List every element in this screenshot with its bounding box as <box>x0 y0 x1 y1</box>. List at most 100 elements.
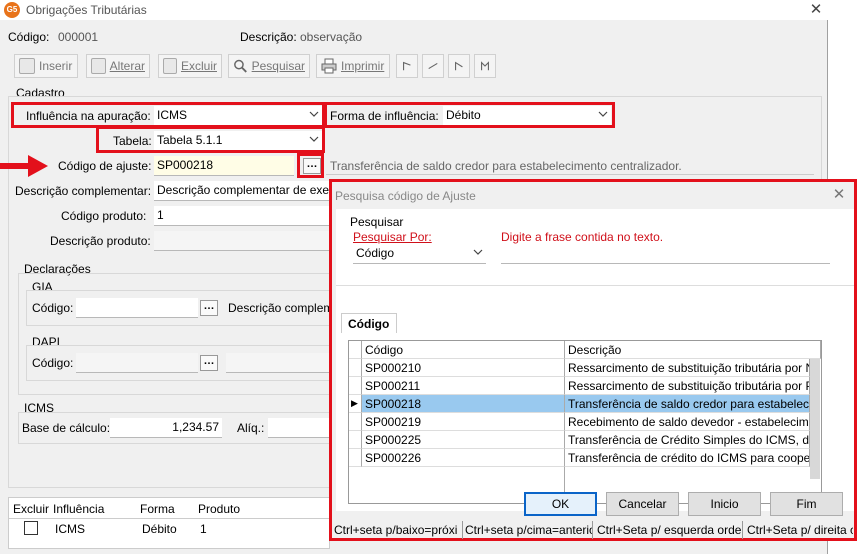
tab-codigo[interactable]: Código <box>341 313 397 333</box>
table-row[interactable]: SP000219 Recebimento de saldo devedor - e… <box>349 413 821 431</box>
window-title: Obrigações Tributárias <box>26 3 147 17</box>
pesquisar-por-select[interactable]: Código <box>353 244 486 264</box>
row-codigo: SP000219 <box>362 413 565 431</box>
next-icon <box>455 61 463 71</box>
aliq-label: Alíq.: <box>237 421 265 435</box>
row-pointer-icon: ▶ <box>349 395 362 413</box>
dialog-divider <box>336 285 854 286</box>
row-produto: 1 <box>200 522 207 536</box>
cancelar-button[interactable]: Cancelar <box>606 492 679 516</box>
row-descricao: Recebimento de saldo devedor - estabelec… <box>565 413 810 431</box>
dialog-search-panel: Pesquisar Pesquisar Por: Digite a frase … <box>336 209 854 511</box>
inserir-button[interactable]: Inserir <box>14 54 78 78</box>
descricao-produto-input <box>154 231 330 251</box>
table-row[interactable]: SP000211 Ressarcimento de substituição tr… <box>349 377 821 395</box>
descricao-value: observação <box>300 30 363 44</box>
gia-codigo-input[interactable] <box>76 298 198 318</box>
previous-record-button[interactable] <box>422 54 444 78</box>
header-bar: Código: 000001 Descrição: observação <box>0 22 822 50</box>
base-calculo-input[interactable]: 1,234.57 <box>110 418 222 438</box>
excluir-checkbox[interactable] <box>24 521 38 535</box>
col-influencia: Influência <box>53 502 105 516</box>
row-forma: Débito <box>142 522 177 536</box>
first-icon <box>403 61 411 71</box>
chevron-down-icon <box>598 111 608 117</box>
table-row[interactable]: SP000226 Transferência de crédito do ICMS… <box>349 449 821 467</box>
row-indicator <box>349 431 362 449</box>
imprimir-button[interactable]: Imprimir <box>316 54 390 78</box>
next-record-button[interactable] <box>448 54 470 78</box>
app-logo-icon: G5 <box>4 2 20 18</box>
ajuste-grid: Código Descrição SP000210 Ressarcimento d… <box>348 340 822 504</box>
col-forma: Forma <box>140 502 175 516</box>
search-icon <box>234 59 247 73</box>
last-record-button[interactable] <box>474 54 496 78</box>
status-next: Ctrl+seta p/baixo=próxi <box>334 521 463 539</box>
printer-icon <box>321 58 337 74</box>
row-descricao: Ressarcimento de substituição tributária… <box>565 359 810 377</box>
tabela-select[interactable]: Tabela 5.1.1 <box>154 131 322 151</box>
desc-complementar-input[interactable]: Descrição complementar de exer <box>154 181 330 201</box>
row-descricao: Transferência de crédito do ICMS para co… <box>565 449 810 467</box>
row-indicator <box>349 413 362 431</box>
row-descricao: Transferência de saldo credor para estab… <box>565 395 810 413</box>
row-codigo: SP000226 <box>362 449 565 467</box>
frase-label: Digite a frase contida no texto. <box>501 230 664 244</box>
row-codigo: SP000225 <box>362 431 565 449</box>
row-influencia: ICMS <box>55 522 85 536</box>
col-descricao: Descrição <box>565 341 821 359</box>
row-codigo: SP000210 <box>362 359 565 377</box>
pesquisar-por-label: Pesquisar Por: <box>353 230 432 244</box>
table-row[interactable]: SP000225 Transferência de Crédito Simples… <box>349 431 821 449</box>
title-bar: G5 Obrigações Tributárias ✕ <box>0 0 828 20</box>
pesquisa-dialog: Pesquisa código de Ajuste ✕ Pesquisar Pe… <box>329 179 857 541</box>
first-record-button[interactable] <box>396 54 418 78</box>
base-calculo-label: Base de cálculo: <box>22 421 111 435</box>
delete-icon <box>163 58 177 74</box>
pesquisar-button[interactable]: Pesquisar <box>228 54 310 78</box>
table-row[interactable]: ▶ SP000218 Transferência de saldo credor p… <box>349 395 821 413</box>
codigo-ajuste-label: Código de ajuste: <box>58 159 152 173</box>
influencia-select[interactable]: ICMS <box>154 106 322 126</box>
chevron-down-icon <box>473 249 483 255</box>
insert-icon <box>19 58 35 74</box>
dialog-close-icon[interactable]: ✕ <box>830 185 848 203</box>
row-indicator <box>349 449 362 467</box>
table-row[interactable]: SP000210 Ressarcimento de substituição tr… <box>349 359 821 377</box>
codigo-ajuste-lookup-button[interactable]: … <box>303 158 321 174</box>
codigo-ajuste-description: Transferência de saldo credor para estab… <box>330 159 682 173</box>
alterar-button[interactable]: Alterar <box>86 54 150 78</box>
dapi-codigo-label: Código: <box>32 356 74 370</box>
frase-input[interactable] <box>501 244 830 264</box>
desc-complementar-label: Descrição complementar: <box>15 184 152 198</box>
forma-select[interactable]: Débito <box>443 106 611 126</box>
col-produto: Produto <box>198 502 241 516</box>
pesquisar-label: Pesquisar <box>350 215 404 229</box>
chevron-down-icon <box>309 111 319 117</box>
col-codigo: Código <box>362 341 565 359</box>
excluir-button[interactable]: Excluir <box>158 54 222 78</box>
descricao-produto-label: Descrição produto: <box>50 234 151 248</box>
gia-codigo-label: Código: <box>32 301 74 315</box>
codigo-ajuste-input[interactable]: SP000218 <box>154 156 294 176</box>
close-icon[interactable]: ✕ <box>806 1 826 19</box>
aliq-input[interactable] <box>268 418 330 438</box>
grid-header: Código Descrição <box>349 341 821 359</box>
grid-scrollbar[interactable] <box>810 359 820 479</box>
last-icon <box>481 61 489 71</box>
row-descricao: Transferência de Crédito Simples do ICMS… <box>565 431 810 449</box>
status-right: Ctrl+Seta p/ direita c <box>747 523 853 537</box>
forma-label: Forma de influência: <box>330 109 439 123</box>
edit-icon <box>91 58 106 74</box>
ok-button[interactable]: OK <box>524 492 597 516</box>
codigo-produto-input[interactable]: 1 <box>154 206 330 226</box>
row-descricao: Ressarcimento de substituição tributária… <box>565 377 810 395</box>
col-excluir: Excluir <box>13 502 50 516</box>
fim-button[interactable]: Fim <box>770 492 843 516</box>
row-codigo: SP000211 <box>362 377 565 395</box>
inicio-button[interactable]: Inicio <box>688 492 761 516</box>
dapi-lookup-button[interactable]: … <box>200 355 218 371</box>
previous-icon <box>428 62 438 70</box>
gia-lookup-button[interactable]: … <box>200 300 218 316</box>
grid-header-divider <box>9 518 329 519</box>
